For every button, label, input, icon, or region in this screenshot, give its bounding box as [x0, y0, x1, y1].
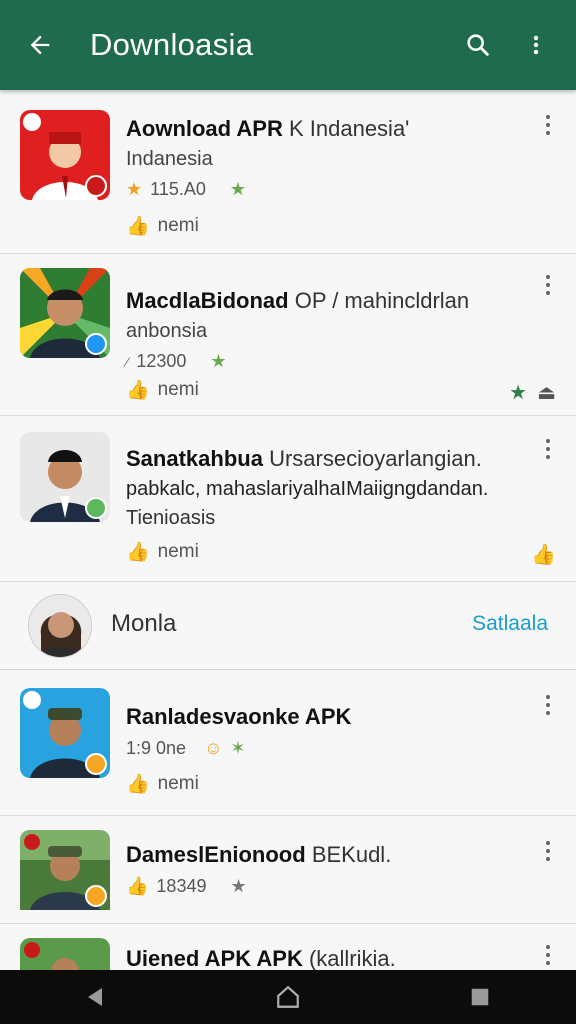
system-nav-bar [0, 970, 576, 1024]
item-title-rest: Ursarsecioyarlangian. [269, 446, 482, 471]
nav-back-icon [88, 988, 102, 1006]
item-title: DameslEnionood [126, 842, 306, 867]
nav-home-button[interactable] [268, 977, 308, 1017]
thumbs-up-icon[interactable]: 👍 [126, 772, 150, 796]
profile-action-link[interactable]: Satlaala [472, 612, 548, 636]
item-subtitle-2: Tienioasis [126, 507, 216, 529]
app-thumbnail [20, 830, 110, 920]
nav-recents-button[interactable] [460, 977, 500, 1017]
overflow-menu-button[interactable] [514, 23, 558, 67]
item-rating: 12300 [136, 351, 187, 371]
item-rating: 115.A0 [150, 179, 206, 199]
item-more-button[interactable] [538, 110, 558, 140]
item-title-rest: BEKudl. [311, 842, 392, 867]
item-subtitle: Indanesia [126, 148, 213, 170]
item-rating: 18349 [156, 876, 207, 896]
star-icon: ★ [126, 179, 143, 199]
item-title-rest: K Indanesia' [288, 116, 410, 141]
list-item[interactable]: MacdlaBidonad OP / mahincldrlan anbonsia… [0, 254, 576, 416]
star-icon: ★ [229, 179, 246, 199]
app-thumbnail [20, 688, 110, 778]
star-icon: ✶ [230, 738, 246, 758]
search-icon [467, 34, 489, 56]
list-item[interactable]: Aownload APR K Indanesia' Indanesia ★ 11… [0, 90, 576, 254]
profile-row[interactable]: Monla Satlaala [0, 582, 576, 670]
nav-recents-icon [471, 988, 489, 1006]
item-title: Aownload APR [126, 116, 283, 141]
item-more-button[interactable] [538, 836, 558, 866]
star-icon: ★ [230, 876, 247, 896]
like-text: nemi [157, 379, 199, 400]
item-subtitle: anbonsia [126, 320, 208, 342]
item-title: Ranladesvaonke APK [126, 704, 352, 729]
thumbs-up-icon[interactable]: 👍 [126, 540, 150, 564]
item-title-rest: (kallrikia. [308, 946, 396, 971]
nav-back-button[interactable] [76, 977, 116, 1017]
app-thumbnail [20, 110, 110, 200]
list-item[interactable]: DameslEnionood BEKudl. 👍 18349 ★ [0, 816, 576, 924]
more-vert-icon [533, 35, 539, 55]
item-title: MacdlaBidonad [126, 288, 289, 313]
item-more-button[interactable] [538, 940, 558, 970]
item-subtitle: 1:9 0ne [126, 738, 187, 758]
app-thumbnail [20, 268, 110, 358]
item-subtitle: pabkalc, mahaslariyalhaIMaiigngdandan. [126, 478, 489, 500]
page-title: Downloasia [90, 27, 254, 62]
thumbs-up-icon[interactable]: 👍 [126, 378, 150, 402]
app-screen: Downloasia Aownload APR K Indanesia' Ind… [0, 0, 576, 1024]
app-thumbnail [20, 432, 110, 522]
app-bar: Downloasia [0, 0, 576, 90]
star-icon[interactable]: ★ [509, 380, 527, 405]
profile-name: Monla [111, 610, 177, 637]
item-more-button[interactable] [538, 434, 558, 464]
like-text: nemi [157, 773, 199, 794]
item-title: Uiened APK APK [126, 946, 303, 971]
item-title-rest: OP / mahincldrlan [294, 288, 470, 313]
thumbs-up-icon[interactable]: 👍 [126, 876, 148, 897]
arrow-left-icon [30, 35, 50, 55]
nav-home-icon [277, 985, 299, 1008]
item-title: Sanatkahbua [126, 446, 263, 471]
star-icon: ★ [210, 351, 227, 371]
avatar [28, 594, 92, 658]
like-text: nemi [157, 215, 199, 236]
back-button[interactable] [18, 23, 62, 67]
list-item[interactable]: Ranladesvaonke APK 1:9 0ne ☺ ✶ 👍 nemi [0, 670, 576, 816]
thumbs-up-icon[interactable]: 👍 [531, 542, 556, 567]
search-button[interactable] [456, 23, 500, 67]
smiley-icon: ☺ [204, 738, 223, 758]
item-more-button[interactable] [538, 270, 558, 300]
item-more-button[interactable] [538, 690, 558, 720]
share-icon[interactable]: ⏏ [537, 380, 556, 405]
like-text: nemi [157, 541, 199, 562]
list-item[interactable]: Sanatkahbua Ursarsecioyarlangian. pabkal… [0, 416, 576, 582]
thumbs-up-icon[interactable]: 👍 [126, 214, 150, 238]
rating-prefix-icon: ⁄ [126, 353, 129, 370]
